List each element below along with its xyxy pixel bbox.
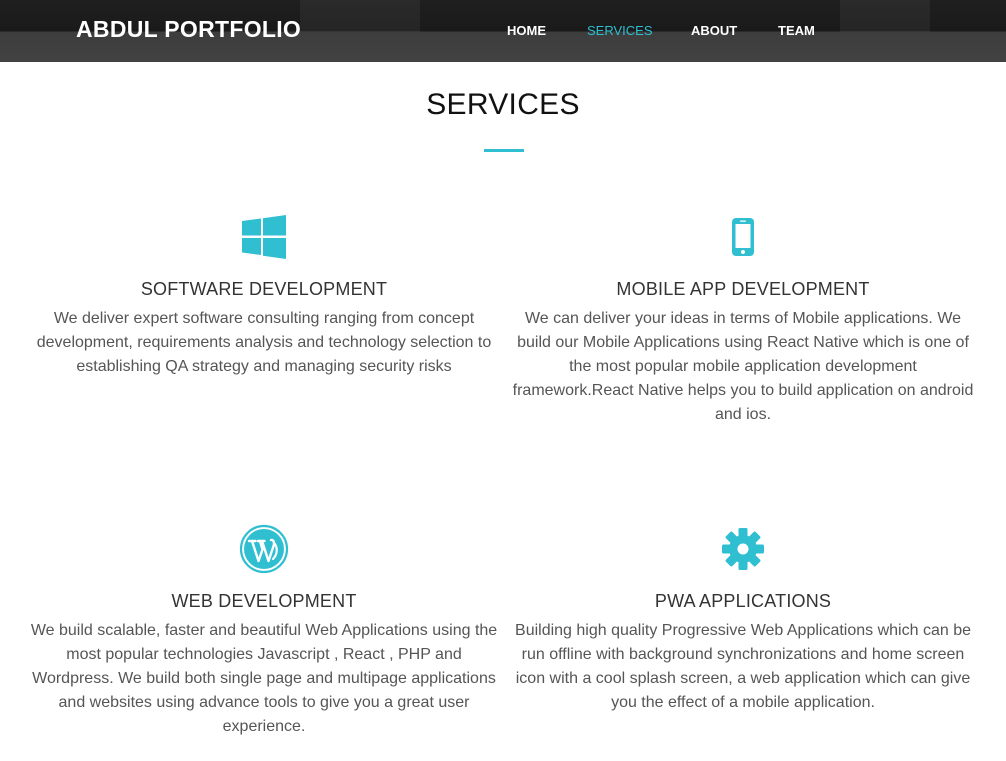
service-description: We deliver expert software consulting ra… xyxy=(36,310,492,375)
wordpress-icon xyxy=(29,524,499,574)
service-description: Building high quality Progressive Web Ap… xyxy=(515,622,971,711)
section-title: SERVICES xyxy=(426,88,580,121)
service-title: SOFTWARE DEVELOPMENT xyxy=(140,279,388,299)
navbar-background-streak xyxy=(300,0,420,32)
nav-link-about[interactable]: ABOUT xyxy=(691,23,737,38)
service-title: PWA APPLICATIONS xyxy=(654,591,832,611)
gear-icon xyxy=(508,524,978,574)
nav-link-team[interactable]: TEAM xyxy=(778,23,815,38)
brand-logo-link[interactable]: ABDUL PORTFOLIO xyxy=(76,16,301,43)
mobile-phone-icon xyxy=(508,212,978,262)
nav-link-home[interactable]: HOME xyxy=(507,23,546,38)
service-description: We build scalable, faster and beautiful … xyxy=(30,622,498,735)
windows-icon xyxy=(29,212,499,262)
service-description: We can deliver your ideas in terms of Mo… xyxy=(512,310,974,423)
service-title: WEB DEVELOPMENT xyxy=(171,591,357,611)
navbar-background-streak xyxy=(840,0,930,32)
navbar: ABDUL PORTFOLIO HOME SERVICES ABOUT TEAM xyxy=(0,0,1006,62)
title-underline xyxy=(484,149,524,152)
nav-link-services[interactable]: SERVICES xyxy=(587,23,653,38)
service-title: MOBILE APP DEVELOPMENT xyxy=(616,279,870,299)
